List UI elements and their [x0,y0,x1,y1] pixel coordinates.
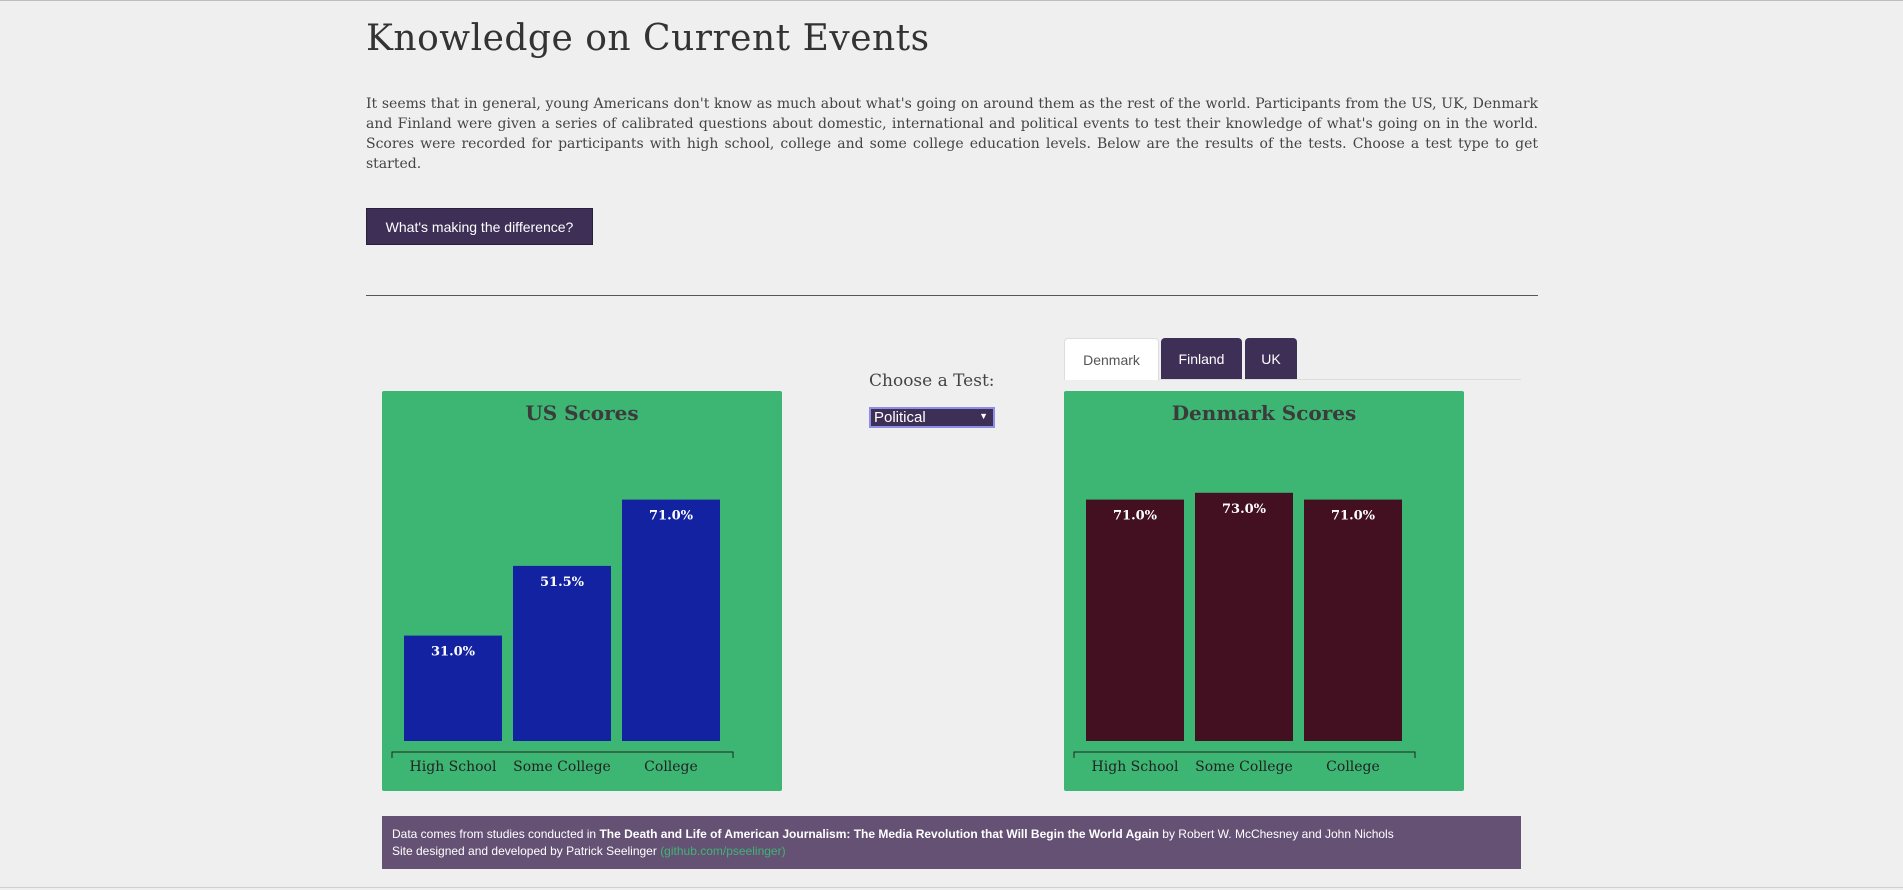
chevron-down-icon: ▼ [979,411,988,421]
top-border [0,0,1903,1]
denmark-chart-panel: Denmark Scores 71.0% 73.0% 71.0% High Schoo… [1064,391,1464,791]
denmark-bar [1086,499,1184,741]
footer-credit: Site designed and developed by Patrick S… [392,844,661,858]
denmark-bar [1304,499,1402,741]
book-title: The Death and Life of American Journalis… [599,827,1159,841]
tab-uk[interactable]: UK [1245,338,1297,380]
footer: Data comes from studies conducted in The… [382,816,1521,869]
us-tick-label: High School [410,759,497,775]
page-title: Knowledge on Current Events [366,18,930,59]
intro-text: It seems that in general, young American… [366,96,1538,172]
us-x-axis [391,751,734,758]
footer-line-1: Data comes from studies conducted in The… [392,826,1511,843]
tab-finland[interactable]: Finland [1161,338,1242,380]
us-value-label: 71.0% [649,509,694,524]
footer-line-2: Site designed and developed by Patrick S… [392,843,1511,860]
us-tick-label: Some College [513,759,611,775]
denmark-bar [1195,492,1293,741]
denmark-value-label: 71.0% [1113,509,1158,524]
denmark-tick-label: College [1326,759,1380,775]
denmark-x-axis [1073,751,1416,758]
github-link[interactable]: (github.com/pseelinger) [660,844,785,858]
tab-denmark[interactable]: Denmark [1064,338,1159,380]
section-divider [366,295,1538,296]
denmark-tick-label: High School [1092,759,1179,775]
us-tick-label: College [644,759,698,775]
choose-test-label: Choose a Test: [869,371,995,391]
us-chart-panel: US Scores 31.0% 51.5% 71.0% High School Some… [382,391,782,791]
footer-prefix: Data comes from studies conducted in [392,827,600,841]
us-value-label: 31.0% [431,645,476,660]
difference-button[interactable]: What's making the difference? [366,208,593,245]
denmark-bar-chart: 71.0% 73.0% 71.0% High School Some College Co… [1073,492,1416,775]
us-bar [622,499,720,741]
denmark-tick-label: Some College [1195,759,1293,775]
test-select[interactable]: Political ▼ [869,407,995,428]
footer-authors: by Robert W. McChesney and John Nichols [1158,827,1394,841]
tabs-underline [1159,379,1521,380]
denmark-value-label: 71.0% [1331,509,1376,524]
us-bar-chart: 31.0% 51.5% 71.0% High School Some College Co… [391,499,734,775]
denmark-value-label: 73.0% [1222,502,1267,517]
us-bar [513,565,611,741]
test-select-value: Political [874,409,926,426]
bottom-border [0,887,1903,888]
us-value-label: 51.5% [540,575,585,590]
